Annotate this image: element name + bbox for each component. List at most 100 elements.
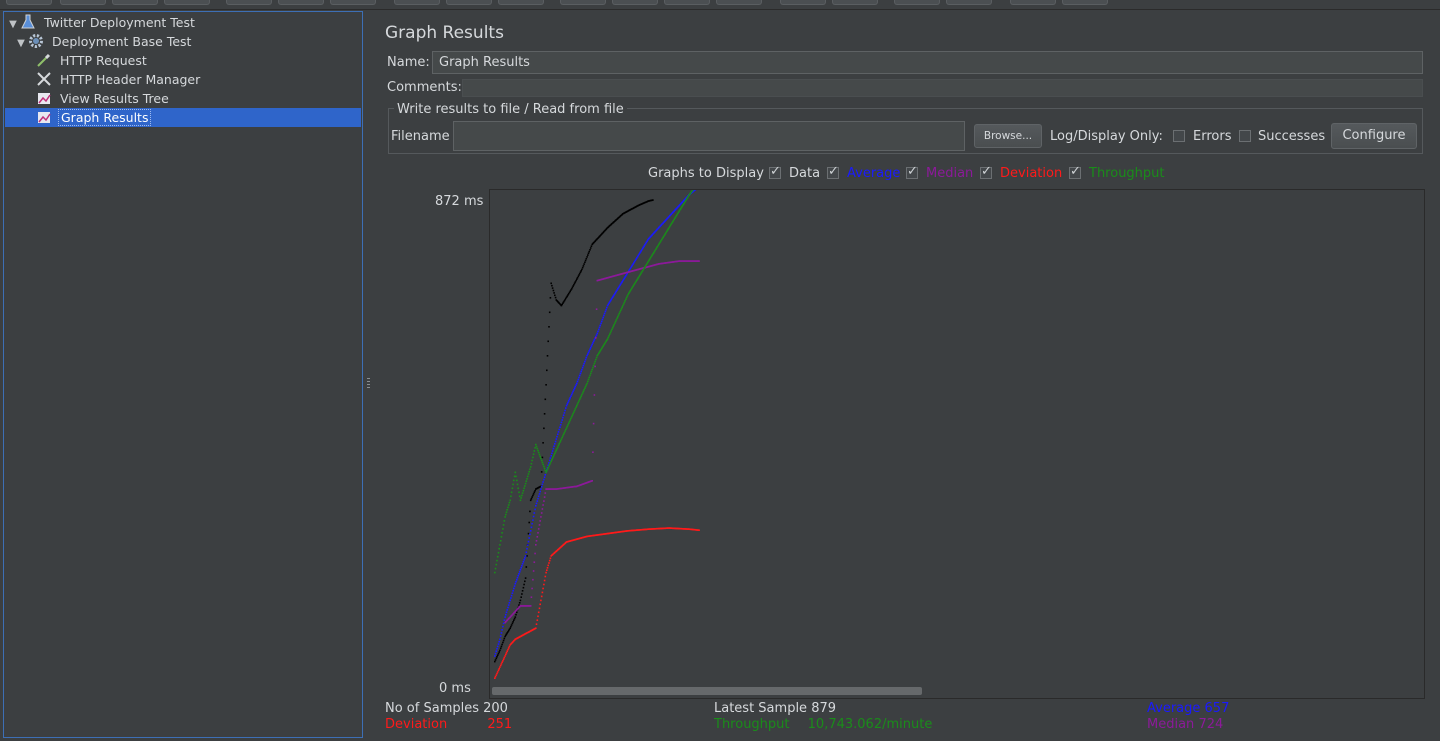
data-checkbox[interactable] [769, 164, 781, 179]
series-average-point [569, 397, 571, 399]
splitter-grip-icon[interactable] [367, 378, 370, 390]
toolbar-button[interactable] [330, 0, 376, 5]
toolbar-button[interactable] [612, 0, 658, 5]
deviation-checkbox[interactable] [980, 164, 992, 179]
series-throughput-point [562, 433, 565, 436]
series-throughput-point [548, 463, 551, 466]
series-average-point [514, 582, 517, 585]
tree-item-http-request[interactable]: HTTP Request [36, 51, 149, 70]
series-throughput-point [595, 356, 598, 359]
series-average-point [562, 414, 565, 416]
series-data-point [520, 596, 522, 598]
series-throughput-point [556, 447, 558, 450]
toolbar-button[interactable] [164, 0, 210, 5]
series-deviation-point [507, 648, 509, 651]
toolbar-button[interactable] [394, 0, 440, 5]
series-data-point [548, 326, 550, 328]
toolbar-button[interactable] [1062, 0, 1108, 5]
configure-button[interactable]: Configure [1331, 123, 1417, 149]
toolbar-button[interactable] [60, 0, 106, 5]
graph-scrollbar[interactable] [492, 687, 922, 695]
median-option-label: Median [926, 166, 974, 181]
tree-item-deployment-base-test[interactable]: ▼ Deployment Base Test [14, 32, 193, 51]
series-throughput-point [526, 478, 528, 480]
series-median-point [536, 536, 539, 538]
series-average-point [557, 431, 560, 433]
comments-input[interactable] [462, 79, 1423, 97]
series-deviation-point [545, 571, 547, 574]
toolbar-button[interactable] [446, 0, 492, 5]
series-average-point [578, 376, 580, 379]
series-throughput-point [505, 513, 507, 516]
tree-item-view-results-tree[interactable]: View Results Tree [36, 89, 171, 108]
toolbar-button[interactable] [780, 0, 826, 5]
tree-item-graph-results[interactable]: Graph Results [5, 108, 361, 127]
toolbar-button[interactable] [716, 0, 762, 5]
series-data-point [502, 639, 505, 642]
average-checkbox[interactable] [827, 164, 839, 179]
series-throughput-point [589, 374, 591, 377]
series-average-point [508, 602, 511, 604]
toolbar-button[interactable] [6, 0, 52, 5]
series-average-point [535, 505, 537, 507]
series-throughput-point [546, 470, 548, 472]
series-deviation-point [496, 672, 498, 675]
series-deviation-point [543, 583, 545, 586]
series-throughput-point [589, 372, 592, 375]
name-input[interactable]: Graph Results [432, 51, 1423, 74]
series-data-point [580, 270, 582, 272]
series-deviation-point [507, 647, 510, 649]
toolbar-button[interactable] [278, 0, 324, 5]
series-data-point [553, 292, 555, 294]
series-average-point [562, 416, 564, 419]
series-data-point [532, 493, 535, 495]
series-data-point [575, 279, 577, 282]
series-data-point [542, 442, 544, 444]
series-data-point [547, 340, 549, 343]
toolbar-button[interactable] [226, 0, 272, 5]
series-median-point [533, 561, 536, 563]
successes-checkbox[interactable] [1239, 130, 1251, 142]
series-deviation-point [537, 615, 539, 618]
tree-item-twitter-deployment-test[interactable]: ▼ Twitter Deployment Test [6, 13, 197, 32]
series-throughput-point [503, 520, 506, 522]
series-average-point [561, 419, 563, 421]
series-throughput-point [532, 453, 535, 455]
toolbar-button[interactable] [894, 0, 940, 5]
series-throughput-point [510, 491, 513, 494]
series-throughput-point [536, 447, 539, 450]
series-average-point [528, 537, 530, 539]
errors-checkbox[interactable] [1173, 130, 1185, 142]
series-data-point [510, 624, 513, 626]
browse-button[interactable]: Browse... [974, 124, 1042, 148]
series-throughput-point [554, 451, 557, 453]
series-data-point [578, 274, 580, 276]
series-throughput-point [533, 450, 536, 452]
series-data-point [529, 499, 532, 502]
toolbar-button[interactable] [832, 0, 878, 5]
series-throughput-point [551, 457, 554, 459]
series-average-point [551, 450, 554, 452]
throughput-checkbox[interactable] [1069, 164, 1081, 179]
series-throughput-point [581, 393, 583, 396]
toolbar-button[interactable] [498, 0, 544, 5]
toolbar-button[interactable] [946, 0, 992, 5]
expand-arrow-icon[interactable]: ▼ [14, 34, 28, 53]
series-average-point [598, 326, 601, 329]
log-display-label: Log/Display Only: [1050, 129, 1163, 144]
toolbar-button[interactable] [112, 0, 158, 5]
median-checkbox[interactable] [906, 164, 918, 179]
panel-splitter[interactable] [366, 11, 372, 738]
series-data-point [554, 294, 556, 297]
toolbar-button[interactable] [664, 0, 710, 5]
series-throughput-point [524, 482, 527, 485]
toolbar-button[interactable] [560, 0, 606, 5]
series-deviation-point [505, 652, 508, 654]
median-stat: Median 724 [1147, 717, 1223, 732]
series-throughput-point [552, 455, 555, 458]
series-data-point [512, 621, 514, 623]
toolbar-button[interactable] [1010, 0, 1056, 5]
series-average-point [573, 389, 575, 391]
filename-input[interactable] [453, 121, 965, 151]
tree-item-http-header-manager[interactable]: HTTP Header Manager [36, 70, 202, 89]
